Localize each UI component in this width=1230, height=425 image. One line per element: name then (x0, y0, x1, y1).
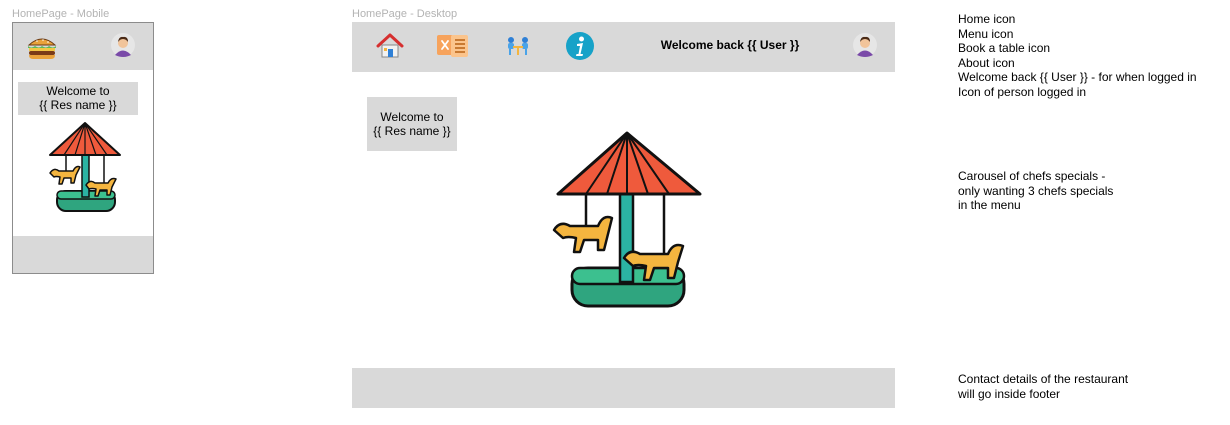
desktop-welcome-line2: {{ Res name }} (373, 124, 451, 138)
mobile-header (13, 23, 153, 70)
desktop-welcome-box: Welcome to {{ Res name }} (367, 97, 457, 151)
note-line: in the menu (958, 198, 1021, 213)
menu-icon[interactable] (437, 33, 469, 59)
nav-notes: Home icon Menu icon Book a table icon Ab… (958, 12, 1197, 100)
note-line: Carousel of chefs specials - (958, 169, 1106, 183)
mobile-frame-label: HomePage - Mobile (12, 8, 110, 20)
mobile-welcome-line2: {{ Res name }} (39, 98, 117, 112)
carousel-icon[interactable] (46, 121, 124, 215)
note-line: only wanting 3 chefs specials (958, 183, 1114, 198)
mobile-footer (13, 236, 153, 273)
note-line: Icon of person logged in (958, 84, 1087, 99)
user-avatar-icon[interactable] (111, 33, 135, 57)
note-line: Contact details of the restaurant (958, 372, 1129, 386)
burger-icon[interactable] (27, 36, 57, 60)
carousel-icon[interactable] (550, 130, 705, 310)
about-icon[interactable] (565, 31, 595, 61)
footer-notes: Contact details of the restaurant will g… (958, 372, 1128, 401)
mobile-welcome-box: Welcome to {{ Res name }} (18, 82, 138, 115)
note-line: will go inside footer (958, 386, 1061, 401)
note-line: Book a table icon (958, 41, 1051, 56)
desktop-welcome-line1: Welcome to (380, 110, 444, 124)
book-table-icon[interactable] (505, 35, 531, 57)
user-avatar-icon[interactable] (853, 33, 877, 57)
home-icon[interactable] (376, 32, 404, 60)
note-line: Menu icon (958, 26, 1014, 41)
desktop-footer (352, 368, 895, 408)
mobile-frame: Welcome to {{ Res name }} (12, 22, 154, 274)
note-line: Welcome back {{ User }} - for when logge… (958, 70, 1197, 85)
mobile-welcome-line1: Welcome to (46, 84, 110, 98)
note-line: About icon (958, 55, 1015, 70)
note-line: Home icon (958, 12, 1016, 26)
welcome-user-text: Welcome back {{ User }} (660, 38, 800, 52)
carousel-notes: Carousel of chefs specials - only wantin… (958, 169, 1113, 213)
desktop-frame-label: HomePage - Desktop (352, 8, 458, 20)
